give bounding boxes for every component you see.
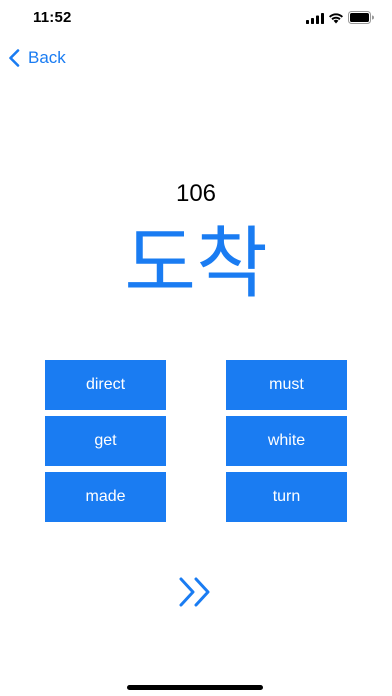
- korean-word: 도착: [124, 219, 268, 309]
- next-button[interactable]: [176, 574, 216, 610]
- answer-button-must[interactable]: must: [226, 360, 347, 410]
- battery-icon: [348, 11, 374, 24]
- status-bar: 11:52: [0, 0, 392, 44]
- answer-button-made[interactable]: made: [45, 472, 166, 522]
- back-label: Back: [28, 48, 66, 67]
- double-chevron-right-icon: [179, 577, 210, 607]
- signal-icon: [306, 13, 324, 24]
- answer-button-get[interactable]: get: [45, 416, 166, 466]
- back-button[interactable]: Back: [8, 45, 66, 71]
- answer-button-direct[interactable]: direct: [45, 360, 166, 410]
- status-time: 11:52: [33, 9, 72, 26]
- answer-button-turn[interactable]: turn: [226, 472, 347, 522]
- answer-button-white[interactable]: white: [226, 416, 347, 466]
- word-number: 106: [175, 180, 217, 207]
- chevron-left-icon: [9, 49, 20, 67]
- wifi-icon: [329, 13, 343, 24]
- home-indicator: [127, 685, 263, 690]
